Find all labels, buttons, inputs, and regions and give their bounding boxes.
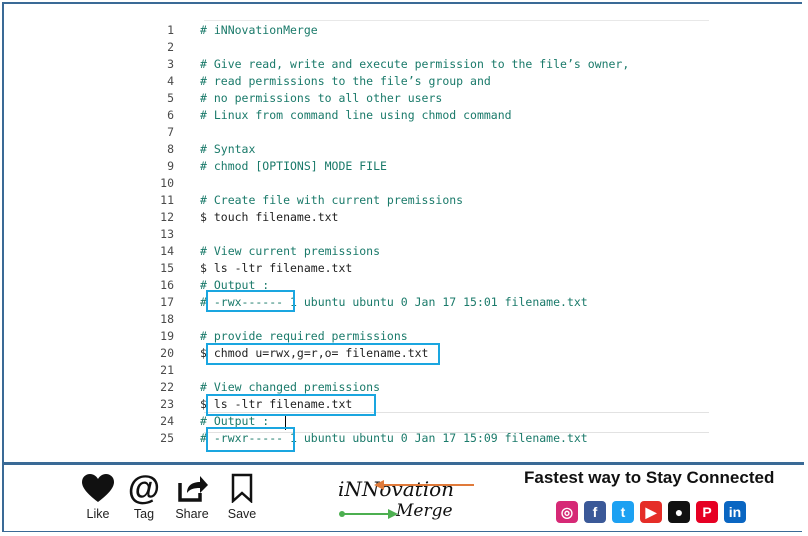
- logo-arrow-bottom: [339, 509, 398, 519]
- code-line[interactable]: 6 # Linux from command line using chmod c…: [4, 107, 804, 124]
- code-line[interactable]: 4 # read permissions to the file’s group …: [4, 73, 804, 90]
- line-text: # read permissions to the file’s group a…: [200, 74, 491, 88]
- line-number: 8: [167, 142, 174, 156]
- youtube-icon[interactable]: ▶: [640, 501, 662, 523]
- code-line[interactable]: 14 # View current premissions: [4, 243, 804, 260]
- line-text: # Give read, write and execute permissio…: [200, 57, 630, 71]
- line-number: 1: [167, 23, 174, 37]
- line-text: # Syntax: [200, 142, 256, 156]
- like-label: Like: [86, 507, 110, 521]
- line-text: $ touch filename.txt: [200, 210, 339, 224]
- share-icon: [178, 476, 208, 502]
- code-line[interactable]: 18: [4, 311, 804, 328]
- code-line[interactable]: 24 # Output :: [4, 413, 804, 430]
- code-line[interactable]: 7: [4, 124, 804, 141]
- line-number: 12: [160, 210, 174, 224]
- line-number: 21: [160, 363, 174, 377]
- code-line[interactable]: 17 # -rwx------ 1 ubuntu ubuntu 0 Jan 17 …: [4, 294, 804, 311]
- line-number: 4: [167, 74, 174, 88]
- pinterest-icon[interactable]: P: [696, 501, 718, 523]
- code-line[interactable]: 12 $ touch filename.txt: [4, 209, 804, 226]
- highlight-ls-command: [206, 394, 376, 416]
- code-line[interactable]: 8 # Syntax: [4, 141, 804, 158]
- line-number: 2: [167, 40, 174, 54]
- line-number: 13: [160, 227, 174, 241]
- line-number: 23: [160, 397, 174, 411]
- logo-arrow-top: [374, 480, 474, 490]
- line-number: 9: [167, 159, 174, 173]
- code-line[interactable]: 11 # Create file with current premissions: [4, 192, 804, 209]
- code-line[interactable]: 23 $ ls -ltr filename.txt: [4, 396, 804, 413]
- code-line[interactable]: 2: [4, 39, 804, 56]
- line-text: $ ls -ltr filename.txt: [200, 261, 353, 275]
- code-line[interactable]: 1 # iNNovationMerge: [4, 22, 804, 39]
- line-number: 24: [160, 414, 174, 428]
- line-number: 22: [160, 380, 174, 394]
- top-divider: [204, 20, 709, 21]
- like-button[interactable]: Like: [76, 473, 120, 521]
- line-text: # no permissions to all other users: [200, 91, 443, 105]
- save-button[interactable]: Save: [220, 473, 264, 521]
- code-line[interactable]: 15 $ ls -ltr filename.txt: [4, 260, 804, 277]
- at-sign-icon: @: [127, 469, 161, 506]
- facebook-icon[interactable]: f: [584, 501, 606, 523]
- instagram-icon[interactable]: ◎: [556, 501, 578, 523]
- line-number: 3: [167, 57, 174, 71]
- share-button[interactable]: Share: [170, 473, 214, 521]
- line-number: 18: [160, 312, 174, 326]
- line-number: 19: [160, 329, 174, 343]
- code-line[interactable]: 3 # Give read, write and execute permissi…: [4, 56, 804, 73]
- line-number: 7: [167, 125, 174, 139]
- share-label: Share: [175, 507, 209, 521]
- line-text: # chmod [OPTIONS] MODE FILE: [200, 159, 387, 173]
- line-text: # iNNovationMerge: [200, 23, 318, 37]
- brand-logo: iNNovation Merge: [334, 475, 484, 523]
- brand-logo-bottom: Merge: [396, 501, 453, 521]
- line-number: 10: [160, 176, 174, 190]
- code-editor[interactable]: 1 # iNNovationMerge 2 3 # Give read, write a…: [4, 4, 804, 462]
- line-number: 16: [160, 278, 174, 292]
- code-line[interactable]: 9 # chmod [OPTIONS] MODE FILE: [4, 158, 804, 175]
- highlight-chmod-command: [206, 343, 440, 365]
- code-line[interactable]: 10: [4, 175, 804, 192]
- github-icon[interactable]: ●: [668, 501, 690, 523]
- footer-bar: Like @ Tag Share Save iNNovation Merge F…: [4, 465, 804, 531]
- line-number: 25: [160, 431, 174, 445]
- line-number: 14: [160, 244, 174, 258]
- code-line[interactable]: 22 # View changed premissions: [4, 379, 804, 396]
- highlight-old-permissions: [206, 290, 295, 312]
- line-text: # View current premissions: [200, 244, 381, 258]
- tag-button[interactable]: @ Tag: [122, 469, 166, 521]
- code-line[interactable]: 5 # no permissions to all other users: [4, 90, 804, 107]
- highlight-new-permissions: [206, 427, 295, 452]
- heart-icon: [82, 474, 114, 502]
- tag-label: Tag: [133, 507, 155, 521]
- line-number: 15: [160, 261, 174, 275]
- line-text: # Linux from command line using chmod co…: [200, 108, 512, 122]
- twitter-icon[interactable]: t: [612, 501, 634, 523]
- code-line[interactable]: 13: [4, 226, 804, 243]
- line-number: 6: [167, 108, 174, 122]
- linkedin-icon[interactable]: in: [724, 501, 746, 523]
- line-number: 11: [160, 193, 174, 207]
- tagline: Fastest way to Stay Connected: [524, 468, 775, 487]
- line-number: 20: [160, 346, 174, 360]
- code-line[interactable]: 16 # Output :: [4, 277, 804, 294]
- bookmark-icon: [231, 473, 253, 503]
- line-number: 5: [167, 91, 174, 105]
- line-text: # Create file with current premissions: [200, 193, 464, 207]
- line-number: 17: [160, 295, 174, 309]
- save-label: Save: [227, 507, 257, 521]
